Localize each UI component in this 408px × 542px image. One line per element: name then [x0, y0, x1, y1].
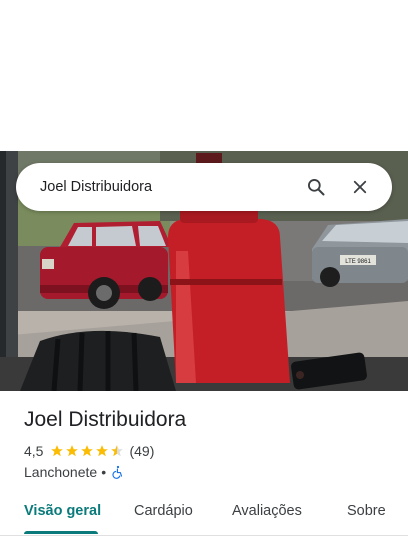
rating-row[interactable]: 4,5 (49) [24, 443, 154, 459]
tab-bar: Visão geral Cardápio Avaliações Sobre [0, 490, 408, 536]
tab-menu[interactable]: Cardápio [134, 503, 193, 519]
star-icon [66, 445, 79, 457]
star-rating [50, 444, 125, 458]
active-tab-indicator [24, 531, 98, 534]
search-bar[interactable]: Joel Distribuidora [16, 163, 392, 211]
tab-about[interactable]: Sobre [347, 503, 386, 519]
silver-car: LTE 9861 [312, 219, 408, 287]
tab-overview[interactable]: Visão geral [24, 503, 101, 519]
star-icon [96, 445, 109, 457]
car-plate: LTE 9861 [345, 259, 371, 265]
rating-value: 4,5 [24, 443, 44, 459]
top-blank-area [0, 0, 408, 151]
category-row: Lanchonete • [24, 464, 125, 480]
place-page: LTE 9861 Joel Distribuidora Joel Distrib… [0, 0, 408, 542]
close-icon[interactable] [342, 169, 378, 205]
search-input[interactable]: Joel Distribuidora [40, 179, 298, 195]
star-icon [51, 445, 64, 457]
wheelchair-icon[interactable] [111, 465, 125, 479]
place-category: Lanchonete [24, 464, 98, 480]
search-icon[interactable] [298, 169, 334, 205]
review-count[interactable]: (49) [129, 443, 154, 459]
place-info-panel: Joel Distribuidora 4,5 (49) Lanchonete •… [0, 391, 408, 542]
star-icon [81, 445, 94, 457]
separator: • [101, 464, 107, 480]
star-half-icon [111, 445, 124, 457]
place-name: Joel Distribuidora [24, 408, 187, 431]
tab-reviews[interactable]: Avaliações [232, 503, 302, 519]
